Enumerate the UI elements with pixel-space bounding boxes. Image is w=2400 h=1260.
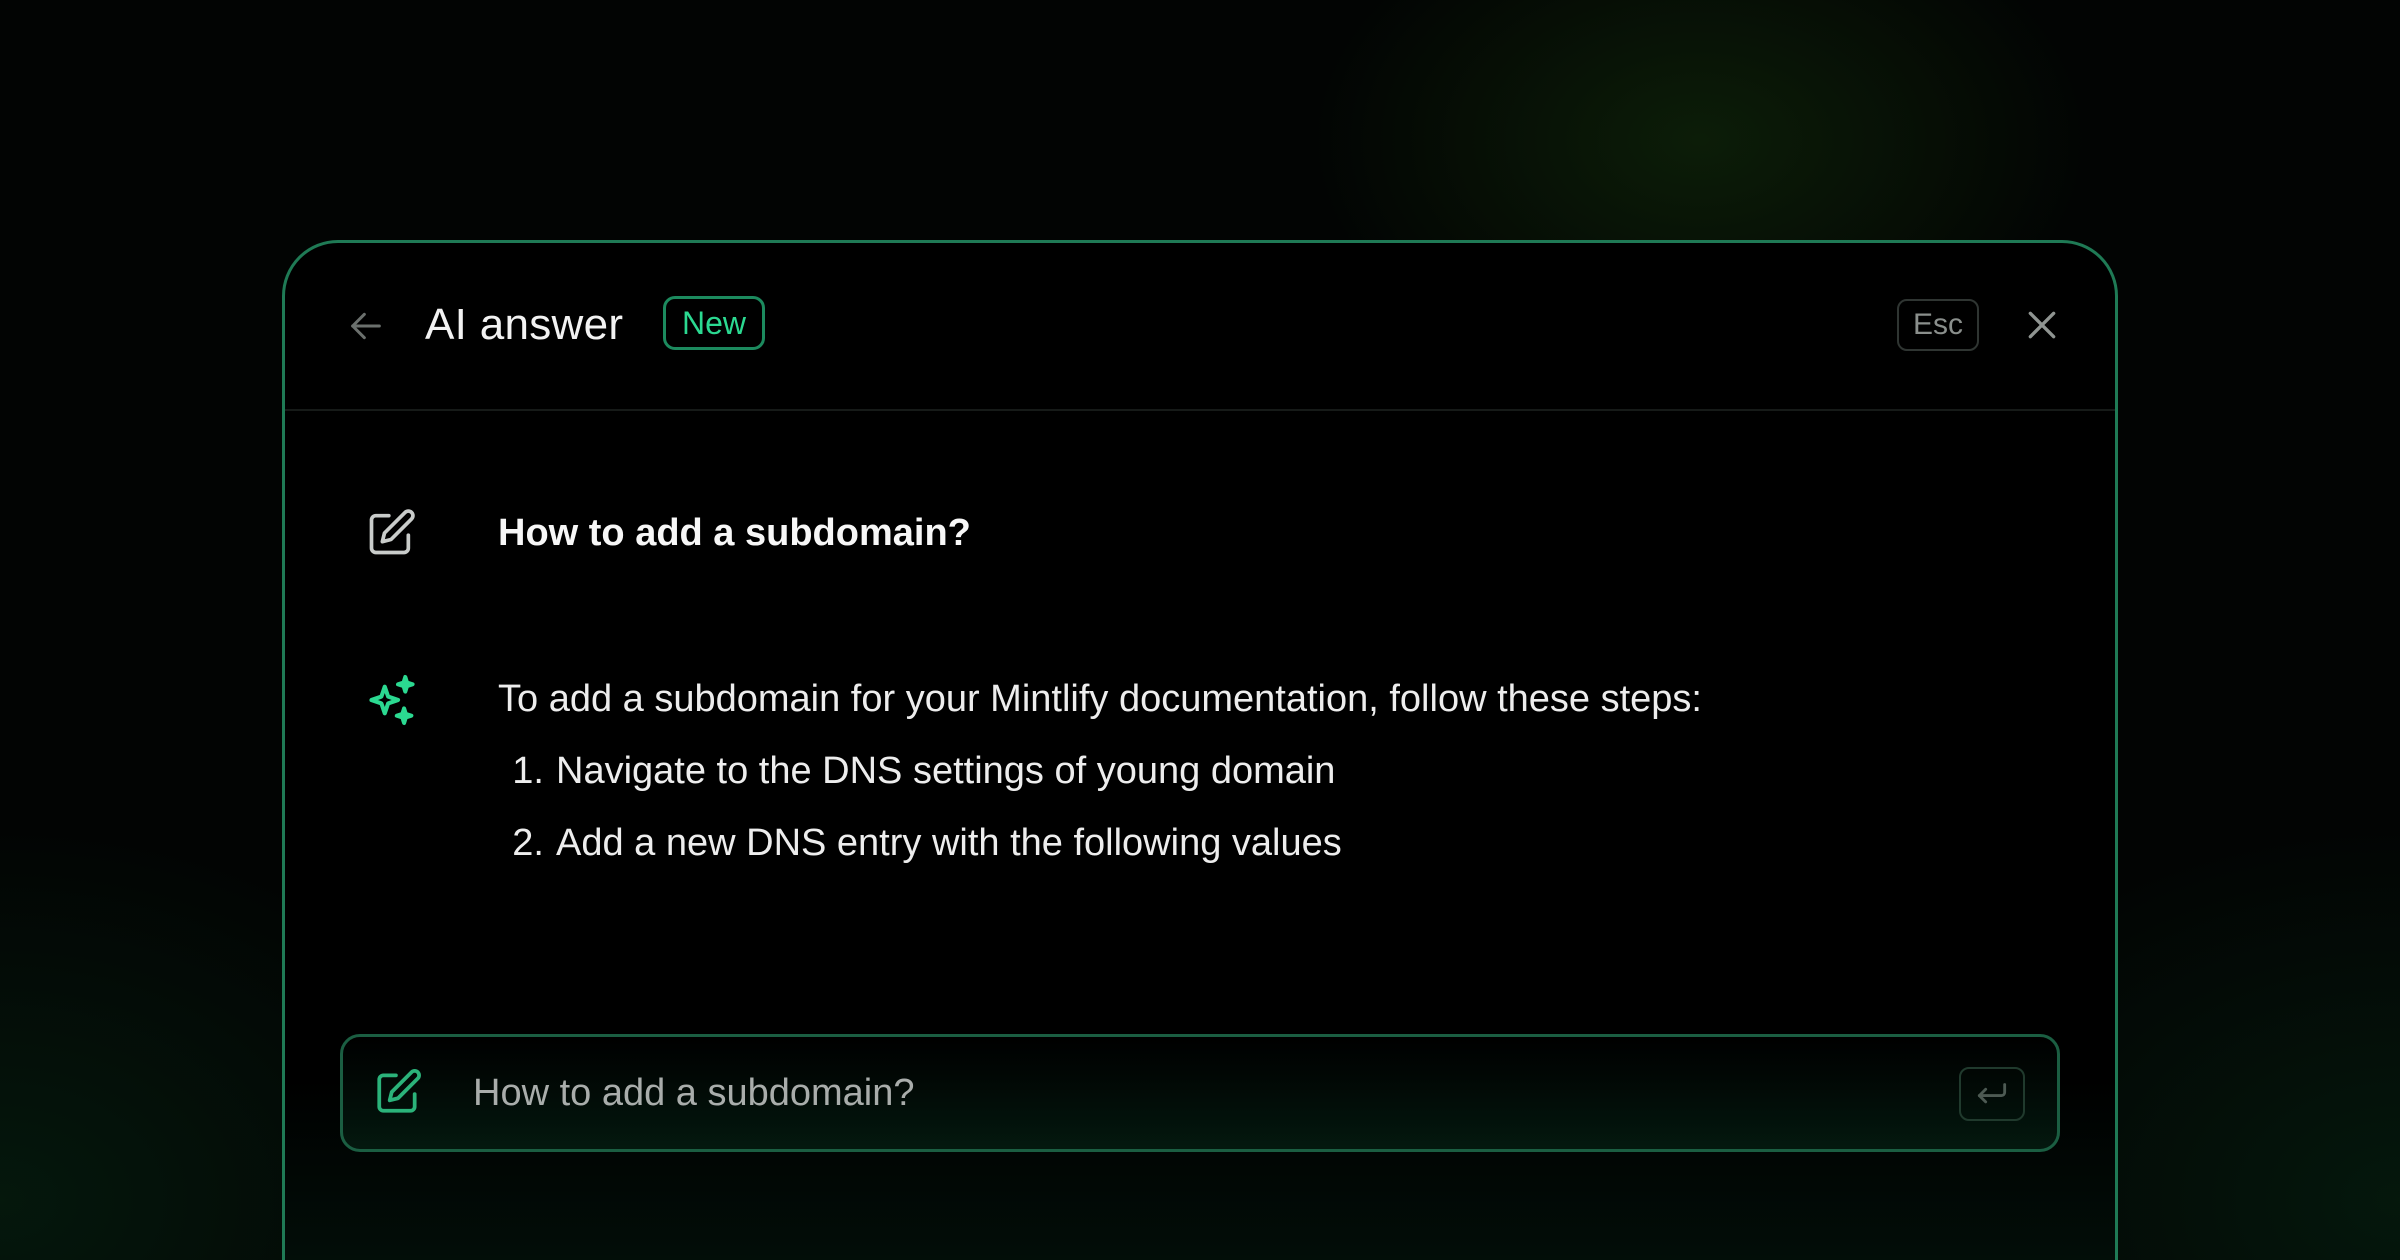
edit-icon[interactable]	[365, 507, 417, 559]
step-text: Navigate to the DNS settings of young do…	[556, 750, 1336, 792]
question-input[interactable]: How to add a subdomain?	[340, 1034, 2060, 1152]
answer-intro: To add a subdomain for your Mintlify doc…	[498, 678, 1702, 720]
submit-button[interactable]	[1959, 1067, 2025, 1121]
step-text: Add a new DNS entry with the following v…	[556, 822, 1342, 864]
input-text: How to add a subdomain?	[473, 1072, 915, 1114]
step-number: 2.	[512, 822, 544, 864]
new-badge: New	[663, 296, 766, 350]
close-icon	[2028, 311, 2056, 339]
enter-key-icon	[1977, 1083, 2007, 1104]
arrow-left-icon	[351, 312, 381, 340]
close-button[interactable]	[2017, 300, 2067, 350]
panel-title: AI answer	[425, 300, 624, 349]
page-background: AI answer New Esc How to add a subdomain…	[0, 0, 2400, 1260]
panel-header: AI answer New Esc	[285, 243, 2115, 411]
question-row: How to add a subdomain?	[285, 493, 2115, 573]
edit-icon	[377, 1069, 421, 1113]
esc-key-button[interactable]: Esc	[1897, 299, 1979, 351]
answer-steps: 1. Navigate to the DNS settings of young…	[498, 735, 1798, 879]
back-button[interactable]	[341, 301, 391, 351]
ai-answer-panel: AI answer New Esc How to add a subdomain…	[282, 240, 2118, 1260]
answer-text: To add a subdomain for your Mintlify doc…	[498, 663, 1798, 879]
sparkles-icon	[369, 674, 415, 726]
question-text: How to add a subdomain?	[498, 512, 971, 554]
step-number: 1.	[512, 750, 544, 792]
list-item: 2. Add a new DNS entry with the followin…	[498, 807, 1798, 879]
list-item: 1. Navigate to the DNS settings of young…	[498, 735, 1798, 807]
